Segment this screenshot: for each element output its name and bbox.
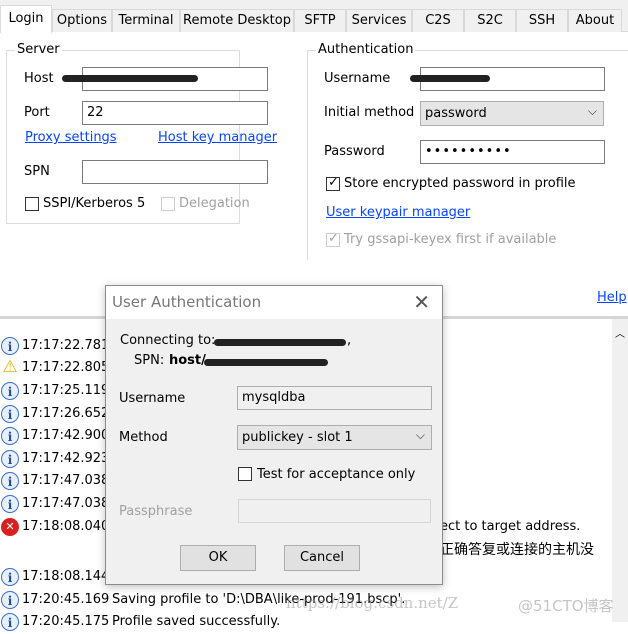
- log-time: 17:17:42.900: [22, 428, 110, 443]
- info-icon: i: [1, 613, 19, 631]
- spn-label: SPN: [24, 164, 50, 179]
- authentication-group-title: Authentication: [316, 42, 416, 57]
- log-time: 17:18:08.040: [22, 519, 110, 534]
- user-authentication-dialog: User Authentication ✕ Connecting to: , S…: [105, 285, 443, 585]
- proxy-settings-link[interactable]: Proxy settings: [25, 130, 117, 145]
- log-message: ect to target address.: [440, 519, 581, 534]
- log-scrollbar[interactable]: ︿: [612, 319, 628, 622]
- password-input[interactable]: ••••••••••: [420, 140, 605, 164]
- log-time: 17:17:47.038: [22, 473, 110, 488]
- watermark-url: https://blog.csdn.net/Z: [286, 594, 459, 612]
- dialog-username-label: Username: [119, 391, 186, 406]
- log-time: 17:17:42.923: [22, 451, 110, 466]
- dialog-method-value: publickey - slot 1: [242, 430, 353, 445]
- user-keypair-manager-link[interactable]: User keypair manager: [326, 205, 470, 220]
- initial-method-value: password: [425, 106, 487, 121]
- check-icon: ✓: [328, 231, 339, 246]
- store-password-checkbox[interactable]: ✓: [326, 175, 340, 191]
- redaction-mark: [62, 75, 198, 82]
- tab-about[interactable]: About: [568, 9, 622, 32]
- log-message: 正确答复或连接的主机没: [440, 542, 594, 558]
- info-icon: i: [1, 427, 19, 445]
- test-acceptance-label: Test for acceptance only: [257, 467, 416, 482]
- log-time: 17:17:25.119: [22, 383, 110, 398]
- tab-bar: Login Options Terminal Remote Desktop SF…: [0, 0, 628, 33]
- initial-method-label: Initial method: [324, 105, 415, 120]
- sspi-label: SSPI/Kerberos 5: [43, 196, 146, 211]
- port-label: Port: [24, 105, 50, 120]
- scroll-up-icon[interactable]: ︿: [615, 325, 625, 340]
- log-time: 17:17:22.781: [22, 338, 110, 353]
- info-icon: i: [1, 450, 19, 468]
- redaction-mark: [204, 359, 328, 366]
- test-acceptance-checkbox[interactable]: [238, 467, 252, 481]
- dialog-title: User Authentication: [112, 293, 262, 311]
- info-icon: i: [1, 405, 19, 423]
- redaction-mark: [214, 339, 346, 346]
- help-link[interactable]: Help: [597, 290, 627, 305]
- redaction-mark: [410, 75, 490, 82]
- info-icon: i: [1, 472, 19, 490]
- watermark-brand: @51CTO博客: [518, 597, 614, 615]
- spn-input[interactable]: [82, 160, 268, 184]
- tab-sftp[interactable]: SFTP: [294, 9, 346, 32]
- username-label: Username: [324, 71, 391, 86]
- close-icon[interactable]: ✕: [413, 290, 430, 314]
- dialog-method-select[interactable]: publickey - slot 1 ⌵: [237, 425, 432, 450]
- dialog-method-label: Method: [119, 430, 168, 445]
- info-icon: i: [1, 568, 19, 586]
- tab-c2s[interactable]: C2S: [412, 9, 464, 32]
- comma: ,: [347, 333, 352, 348]
- chevron-down-icon: ⌵: [587, 104, 597, 118]
- dialog-username-input[interactable]: mysqldba: [237, 386, 432, 410]
- info-icon: i: [1, 382, 19, 400]
- warning-icon: ⚠: [2, 357, 18, 377]
- error-icon: ✕: [1, 518, 19, 536]
- host-key-manager-link[interactable]: Host key manager: [158, 130, 277, 145]
- info-icon: i: [1, 337, 19, 355]
- dialog-title-bar: User Authentication: [106, 286, 442, 319]
- spn-label: SPN:: [134, 353, 165, 368]
- spn-value: host/: [169, 353, 206, 368]
- passphrase-input[interactable]: [238, 499, 431, 523]
- tab-terminal[interactable]: Terminal: [112, 9, 180, 32]
- log-time: 17:17:26.652: [22, 406, 110, 421]
- host-label: Host: [24, 71, 54, 86]
- tab-remote-desktop[interactable]: Remote Desktop: [180, 9, 294, 32]
- log-time: 17:17:22.805: [22, 360, 110, 375]
- store-password-label: Store encrypted password in profile: [344, 176, 576, 191]
- tab-ssh[interactable]: SSH: [516, 9, 568, 32]
- log-time: 17:20:45.169: [22, 592, 110, 607]
- gssapi-checkbox[interactable]: ✓: [326, 231, 340, 247]
- info-icon: i: [1, 591, 19, 609]
- cancel-button[interactable]: Cancel: [284, 545, 360, 571]
- log-time: 17:18:08.144: [22, 569, 110, 584]
- tab-s2c[interactable]: S2C: [464, 9, 516, 32]
- tab-login[interactable]: Login: [0, 5, 52, 33]
- delegation-checkbox[interactable]: [161, 197, 175, 211]
- log-time: 17:17:47.038: [22, 496, 110, 511]
- ok-button[interactable]: OK: [180, 545, 256, 571]
- tab-services[interactable]: Services: [346, 9, 412, 32]
- chevron-down-icon: ⌵: [415, 428, 425, 442]
- delegation-label: Delegation: [179, 196, 250, 211]
- initial-method-select[interactable]: password ⌵: [420, 101, 604, 126]
- port-input[interactable]: 22: [82, 101, 268, 125]
- sspi-checkbox[interactable]: [25, 197, 39, 211]
- gssapi-label: Try gssapi-keyex first if available: [344, 232, 557, 247]
- passphrase-label: Passphrase: [119, 504, 193, 519]
- connecting-label: Connecting to:: [120, 333, 216, 348]
- info-icon: i: [1, 495, 19, 513]
- tab-options[interactable]: Options: [52, 9, 112, 32]
- password-label: Password: [324, 144, 385, 159]
- server-group-title: Server: [15, 42, 62, 57]
- check-icon: ✓: [328, 175, 339, 190]
